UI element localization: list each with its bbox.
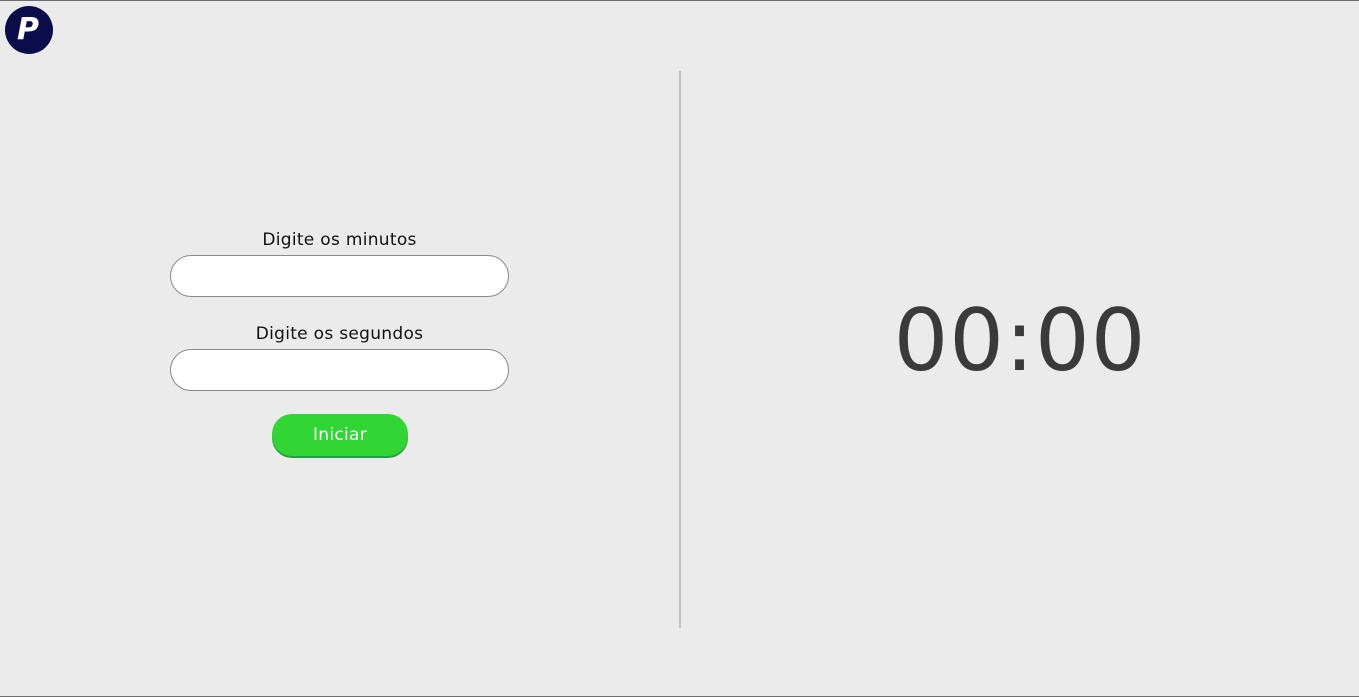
seconds-label: Digite os segundos: [255, 324, 424, 344]
minutes-input[interactable]: [170, 255, 509, 297]
vertical-divider: [679, 71, 681, 628]
app-logo[interactable]: P: [5, 6, 53, 54]
logo-letter: P: [17, 11, 39, 47]
seconds-input[interactable]: [170, 349, 509, 391]
start-button[interactable]: Iniciar: [272, 414, 408, 456]
timer-display: 00:00: [893, 291, 1147, 391]
minutes-label: Digite os minutos: [262, 230, 417, 250]
timer-form: Digite os minutos Digite os segundos: [170, 227, 509, 391]
